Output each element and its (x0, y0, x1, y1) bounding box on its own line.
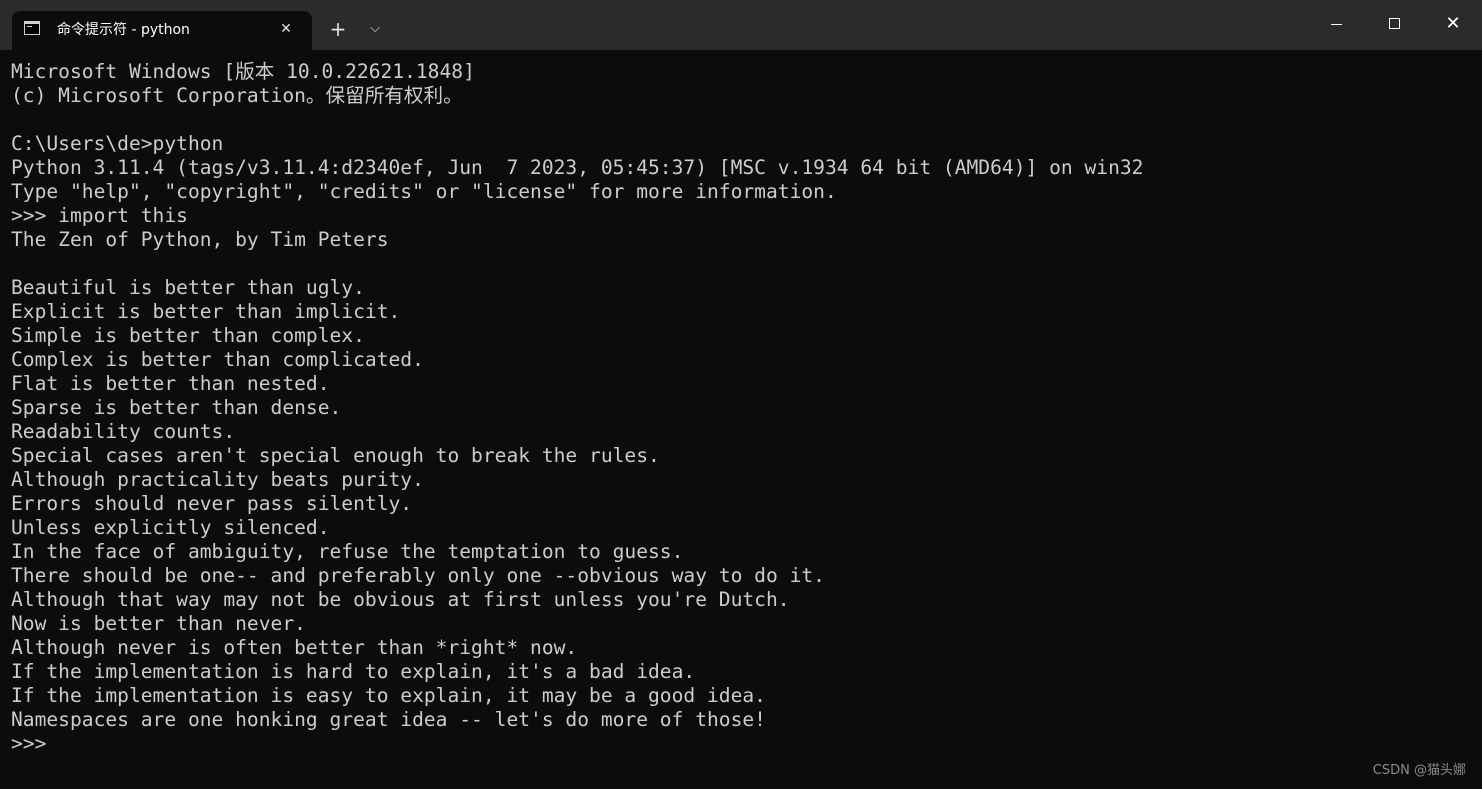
tab-command-prompt[interactable]: 命令提示符 - python ✕ (12, 11, 312, 50)
minimize-button[interactable] (1308, 0, 1366, 48)
minimize-icon (1331, 24, 1342, 25)
terminal-window: 命令提示符 - python ✕ + ⌵ ✕ Microsoft Windows… (0, 0, 1482, 789)
console-line: (c) Microsoft Corporation。保留所有权利。 (11, 84, 463, 107)
maximize-icon (1389, 18, 1400, 29)
watermark: CSDN @猫头娜 (1372, 763, 1466, 778)
new-tab-button[interactable]: + (326, 17, 350, 41)
console-line: Special cases aren't special enough to b… (11, 444, 660, 467)
close-tab-icon[interactable]: ✕ (276, 19, 296, 39)
console-line: Type "help", "copyright", "credits" or "… (11, 180, 837, 203)
console-line: >>> (11, 732, 47, 755)
console-icon (24, 21, 40, 35)
console-line: Although never is often better than *rig… (11, 636, 578, 659)
tab-dropdown-button[interactable]: ⌵ (364, 17, 386, 41)
console-line: C:\Users\de>python (11, 132, 224, 155)
close-window-button[interactable]: ✕ (1424, 0, 1482, 48)
console-line: In the face of ambiguity, refuse the tem… (11, 540, 684, 563)
console-line: Now is better than never. (11, 612, 306, 635)
tab-title: 命令提示符 - python (57, 22, 190, 38)
console-line: Sparse is better than dense. (11, 396, 342, 419)
console-line: Although practicality beats purity. (11, 468, 424, 491)
console-line: Flat is better than nested. (11, 372, 330, 395)
console-line: There should be one-- and preferably onl… (11, 564, 825, 587)
console-line: Explicit is better than implicit. (11, 300, 401, 323)
console-line: Complex is better than complicated. (11, 348, 424, 371)
console-line: Simple is better than complex. (11, 324, 365, 347)
console-line: >>> import this (11, 204, 188, 227)
console-line: If the implementation is easy to explain… (11, 684, 766, 707)
console-line: Errors should never pass silently. (11, 492, 413, 515)
console-line: Microsoft Windows [版本 10.0.22621.1848] (11, 60, 475, 83)
maximize-button[interactable] (1366, 0, 1424, 48)
console-line: Readability counts. (11, 420, 236, 443)
title-bar[interactable]: 命令提示符 - python ✕ + ⌵ ✕ (0, 0, 1482, 50)
console-line: If the implementation is hard to explain… (11, 660, 696, 683)
console-line: Namespaces are one honking great idea --… (11, 708, 766, 731)
console-line: Beautiful is better than ugly. (11, 276, 365, 299)
console-output[interactable]: Microsoft Windows [版本 10.0.22621.1848] (c… (11, 60, 1471, 780)
console-line: Unless explicitly silenced. (11, 516, 330, 539)
console-line: Although that way may not be obvious at … (11, 588, 790, 611)
console-line: Python 3.11.4 (tags/v3.11.4:d2340ef, Jun… (11, 156, 1144, 179)
close-icon: ✕ (1445, 13, 1461, 34)
console-line: The Zen of Python, by Tim Peters (11, 228, 389, 251)
